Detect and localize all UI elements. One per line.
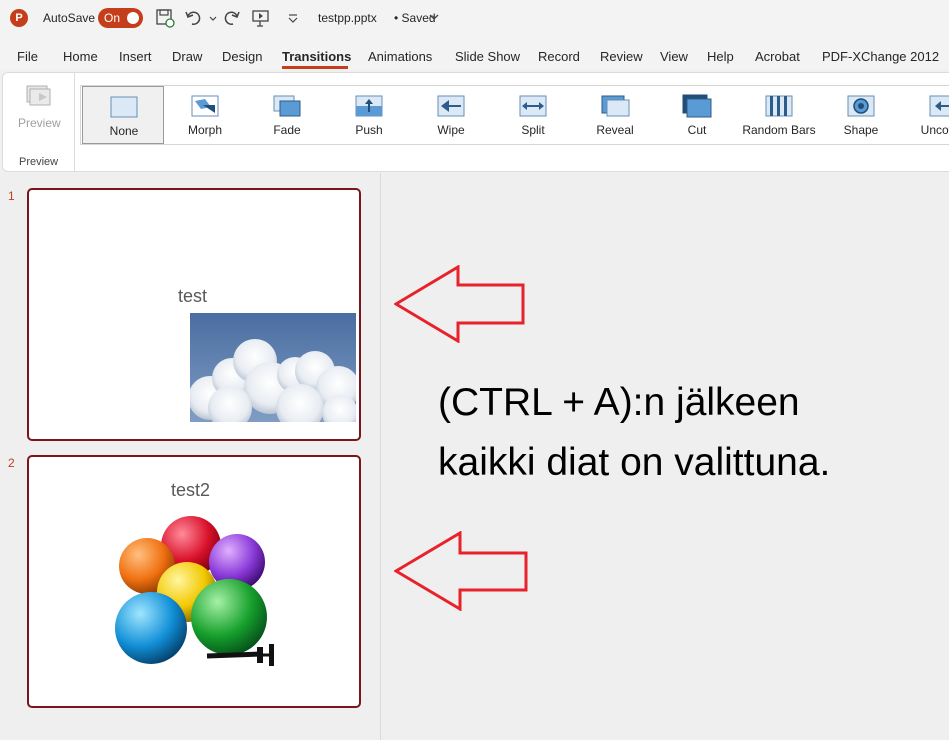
slide-thumbnail-2[interactable]: test2 xyxy=(27,455,361,708)
tab-insert[interactable]: Insert xyxy=(119,49,152,64)
workspace: 1 test 2 test2 (CTRL + A):n jälkeen kaik… xyxy=(0,173,949,740)
tab-file[interactable]: File xyxy=(17,49,38,64)
preview-group-label: Preview xyxy=(19,156,59,168)
slide-number: 1 xyxy=(8,189,15,203)
tab-design[interactable]: Design xyxy=(222,49,262,64)
tab-animations[interactable]: Animations xyxy=(368,49,432,64)
autosave-label: AutoSave xyxy=(43,11,96,25)
transition-uncover[interactable]: Uncover xyxy=(902,86,949,144)
start-from-beginning-icon[interactable] xyxy=(250,7,272,29)
red-arrow-left-icon xyxy=(394,265,525,343)
transition-label: Uncover xyxy=(920,123,949,137)
tab-view[interactable]: View xyxy=(660,49,688,64)
preview-icon xyxy=(26,85,51,106)
wipe-transition-icon xyxy=(437,95,465,117)
none-transition-icon xyxy=(110,96,138,118)
active-tab-indicator xyxy=(282,66,348,69)
tab-transitions[interactable]: Transitions xyxy=(282,49,351,64)
ribbon-tabs: File Home Insert Draw Design Transitions… xyxy=(0,38,949,70)
transition-label: Random Bars xyxy=(742,123,816,137)
transition-label: Reveal xyxy=(596,123,634,137)
undo-dropdown-icon[interactable] xyxy=(202,7,217,29)
uncover-transition-icon xyxy=(929,95,949,117)
customize-qat-icon[interactable] xyxy=(282,7,298,29)
cut-transition-icon xyxy=(682,94,712,118)
slide-thumbnail-pane: 1 test 2 test2 xyxy=(0,173,381,740)
red-arrow-left-icon xyxy=(394,531,528,611)
reveal-transition-icon xyxy=(601,95,630,117)
transition-label: None xyxy=(109,124,139,138)
transition-label: Shape xyxy=(843,123,879,137)
transition-reveal[interactable]: Reveal xyxy=(574,86,656,144)
preview-group: Preview Preview xyxy=(3,73,75,171)
push-transition-icon xyxy=(355,95,383,117)
random-bars-transition-icon xyxy=(765,95,793,117)
slide-number: 2 xyxy=(8,456,15,470)
transition-morph[interactable]: Morph xyxy=(164,86,246,144)
morph-transition-icon xyxy=(191,95,219,117)
transition-cut[interactable]: Cut xyxy=(656,86,738,144)
transition-split[interactable]: Split xyxy=(492,86,574,144)
slide-caption: (CTRL + A):n jälkeen kaikki diat on vali… xyxy=(438,373,938,493)
clouds-image xyxy=(190,313,356,422)
slide-editing-canvas[interactable]: (CTRL + A):n jälkeen kaikki diat on vali… xyxy=(382,173,949,740)
tab-pdf-xchange[interactable]: PDF-XChange 2012 xyxy=(822,49,939,64)
toggle-knob xyxy=(127,12,139,24)
tab-slide-show[interactable]: Slide Show xyxy=(455,49,520,64)
caption-line-1: (CTRL + A):n jälkeen xyxy=(438,381,800,424)
preview-button-label: Preview xyxy=(18,116,61,130)
transition-label: Wipe xyxy=(437,123,465,137)
transition-shape[interactable]: Shape xyxy=(820,86,902,144)
transition-fade[interactable]: Fade xyxy=(246,86,328,144)
autosave-toggle[interactable]: On xyxy=(98,8,143,28)
preview-button[interactable]: Preview xyxy=(13,83,65,139)
document-title[interactable]: testpp.pptx xyxy=(318,11,377,25)
transition-wipe[interactable]: Wipe xyxy=(410,86,492,144)
transition-push[interactable]: Push xyxy=(328,86,410,144)
slide-title: test2 xyxy=(171,480,211,500)
transition-label: Split xyxy=(521,123,545,137)
title-bar: P AutoSave On testpp.pptx • Saved xyxy=(0,0,949,38)
tab-review[interactable]: Review xyxy=(600,49,643,64)
colorful-balls-image xyxy=(115,516,274,666)
slide-thumbnail-1[interactable]: test xyxy=(27,188,361,441)
transition-none[interactable]: None xyxy=(82,86,164,144)
tab-record[interactable]: Record xyxy=(538,49,580,64)
save-sync-icon[interactable] xyxy=(154,7,176,29)
tab-home[interactable]: Home xyxy=(63,49,98,64)
transition-label: Cut xyxy=(687,123,707,137)
slide-title: test xyxy=(178,286,208,306)
split-transition-icon xyxy=(519,95,547,117)
powerpoint-logo-icon: P xyxy=(10,9,28,27)
transition-gallery: None Morph Fade Push Wipe Split Reveal C… xyxy=(80,85,949,145)
transition-random-bars[interactable]: Random Bars xyxy=(738,86,820,144)
redo-icon[interactable] xyxy=(221,7,243,29)
autosave-toggle-state: On xyxy=(104,11,121,25)
shape-transition-icon xyxy=(847,95,875,117)
ribbon-panel: Preview Preview None Morph Fade Push Wip… xyxy=(2,72,949,172)
chevron-down-icon[interactable] xyxy=(428,11,440,23)
caption-line-2: kaikki diat on valittuna. xyxy=(438,441,831,484)
tab-acrobat[interactable]: Acrobat xyxy=(755,49,800,64)
fade-transition-icon xyxy=(273,95,301,117)
transition-label: Morph xyxy=(187,123,222,137)
transition-label: Push xyxy=(355,123,383,137)
tab-help[interactable]: Help xyxy=(707,49,734,64)
transition-label: Fade xyxy=(273,123,301,137)
tab-draw[interactable]: Draw xyxy=(172,49,202,64)
